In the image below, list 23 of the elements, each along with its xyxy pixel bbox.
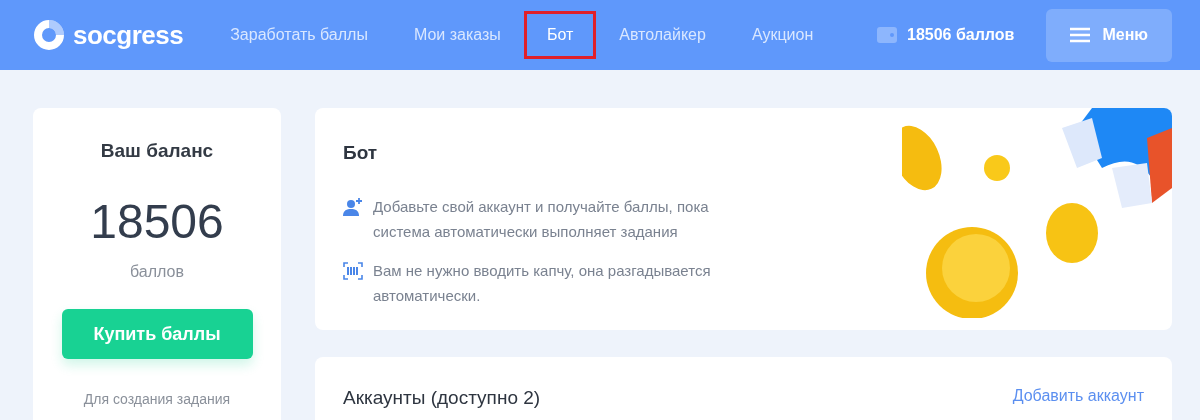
accounts-title: Аккаунты (доступно 2) — [343, 387, 541, 409]
logo-text: socgress — [73, 19, 184, 51]
nav-link[interactable]: Аукцион — [728, 11, 837, 59]
barcode-scan-icon — [343, 262, 363, 280]
add-account-link[interactable]: Добавить аккаунт — [1012, 387, 1144, 405]
nav-link[interactable]: Мои заказы — [390, 11, 524, 59]
add-user-icon — [343, 198, 363, 216]
balance-unit: баллов — [130, 263, 184, 281]
balance-note: Для создания задания — [83, 391, 231, 407]
balance-text: 18506 баллов — [907, 26, 1015, 44]
logo-icon — [33, 19, 65, 51]
bot-title: Бот — [343, 142, 379, 164]
wallet-icon — [877, 26, 897, 44]
menu-icon — [1070, 27, 1091, 43]
buy-points-button[interactable]: Купить баллы — [61, 309, 253, 359]
feature-text: Добавьте свой аккаунт и получайте баллы, пока система автоматически выполняет задания — [373, 197, 710, 242]
nav-link[interactable]: Бот — [523, 11, 597, 59]
nav-link[interactable]: Заработать баллы — [207, 11, 391, 59]
nav-link[interactable]: Автолайкер — [596, 11, 729, 59]
balance-title: Ваш баланс — [100, 140, 214, 162]
balance-amount: 18506 — [90, 194, 224, 249]
feature-text: Вам не нужно вводить капчу, она разгадывается автоматически. — [373, 261, 712, 306]
menu-button[interactable]: Меню — [1046, 8, 1172, 62]
